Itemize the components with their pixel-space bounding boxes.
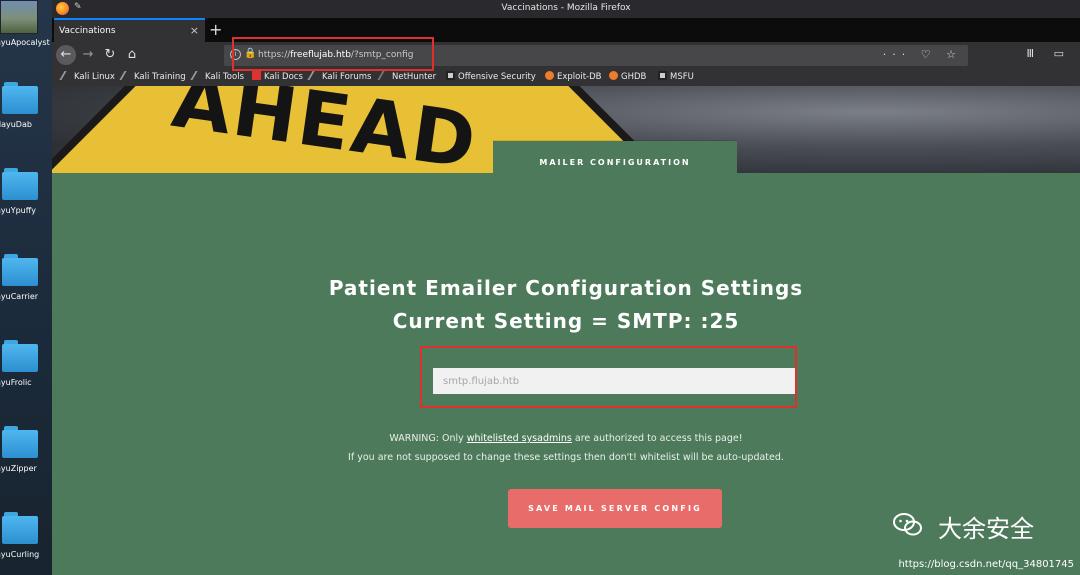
bookmark-item[interactable]: MSFU (658, 71, 694, 82)
firefox-window: ✎ Vaccinations - Mozilla Firefox Vaccina… (52, 0, 1080, 575)
navigation-toolbar: ← → ↻ ⌂ i 🔒 https://freeflujab.htb/?smtp… (52, 42, 1080, 68)
bookmark-item[interactable]: Kali Docs (252, 71, 303, 82)
wallpaper-thumbnail[interactable] (0, 0, 38, 34)
highlight-box-input (420, 346, 797, 408)
bookmark-item[interactable]: GHDB (609, 71, 646, 82)
back-button[interactable]: ← (56, 45, 76, 65)
desktop-folder-dayudab[interactable]: dayuDab (0, 82, 52, 168)
docs-icon (252, 71, 261, 80)
close-icon[interactable]: × (190, 24, 199, 37)
watermark-text: 大余安全 (938, 515, 1034, 543)
reload-button[interactable]: ↻ (100, 45, 120, 65)
folder-icon (2, 254, 38, 286)
kali-dragon-icon (119, 71, 134, 80)
desktop-folder-ayucurling[interactable]: ayuCurling (0, 512, 52, 575)
bookmark-item[interactable]: Kali Linux (59, 71, 115, 82)
folder-icon (2, 82, 38, 114)
ghdb-icon (609, 71, 618, 80)
kali-dragon-icon (59, 71, 74, 80)
folder-icon (2, 512, 38, 544)
watermark-url: https://blog.csdn.net/qq_34801745 (898, 559, 1074, 570)
current-setting: Current Setting = SMTP: :25 (392, 309, 740, 333)
warning-text: WARNING: Only whitelisted sysadmins are … (389, 433, 743, 444)
folder-icon (2, 168, 38, 200)
exploit-db-icon (545, 71, 554, 80)
desktop-folder-ayuzipper[interactable]: ayuZipper (0, 426, 52, 512)
bookmarks-toolbar: Kali Linux Kali Training Kali Tools Kali… (52, 68, 1080, 86)
kali-dragon-icon (190, 71, 205, 80)
bookmark-item[interactable]: Offensive Security (446, 71, 536, 82)
bookmark-item[interactable]: Kali Forums (307, 71, 371, 82)
bookmark-item[interactable]: NetHunter (377, 71, 436, 82)
desktop-icon-label: ayuApocalyst (0, 38, 50, 47)
whitelist-link[interactable]: whitelisted sysadmins (467, 433, 572, 444)
web-page: AHEAD MAILER CONFIGURATION Patient Email… (52, 86, 1080, 575)
msfu-icon (658, 71, 667, 80)
section-tab[interactable]: MAILER CONFIGURATION (493, 141, 737, 187)
nethunter-icon (377, 71, 392, 80)
desktop-folder-ayucarrier[interactable]: ayuCarrier (0, 254, 52, 340)
save-mail-config-button[interactable]: SAVE MAIL SERVER CONFIG (508, 489, 722, 528)
desktop-folder-ayufrolic[interactable]: ayuFrolic (0, 340, 52, 426)
window-title: Vaccinations - Mozilla Firefox (501, 3, 631, 13)
wechat-icon (893, 513, 922, 536)
tab-vaccinations[interactable]: Vaccinations × (54, 18, 205, 42)
desktop-folder-ayuypuffy[interactable]: ayuYpuffy (0, 168, 52, 254)
bookmark-item[interactable]: Exploit-DB (545, 71, 602, 82)
title-bar: ✎ Vaccinations - Mozilla Firefox (52, 0, 1080, 18)
library-sidebar-icons[interactable]: Ⅲ ▭ (1027, 47, 1072, 60)
desktop-sidebar: ayuApocalyst dayuDab ayuYpuffy ayuCarrie… (0, 0, 52, 575)
kali-dragon-icon (307, 71, 322, 80)
tab-label: Vaccinations (59, 26, 116, 36)
forward-button[interactable]: → (78, 45, 98, 65)
bookmark-item[interactable]: Kali Training (119, 71, 186, 82)
home-button[interactable]: ⌂ (122, 45, 142, 65)
new-tab-button[interactable]: + (209, 20, 222, 39)
page-actions[interactable]: ··· ♡ ☆ (883, 48, 962, 61)
bookmark-item[interactable]: Kali Tools (190, 71, 244, 82)
page-heading: Patient Emailer Configuration Settings (328, 276, 804, 300)
warning-text-2: If you are not supposed to change these … (348, 452, 784, 463)
tab-bar: Vaccinations × + (52, 18, 1080, 42)
highlight-box-url (232, 37, 434, 71)
folder-icon (2, 426, 38, 458)
folder-icon (2, 340, 38, 372)
offsec-icon (446, 71, 455, 80)
